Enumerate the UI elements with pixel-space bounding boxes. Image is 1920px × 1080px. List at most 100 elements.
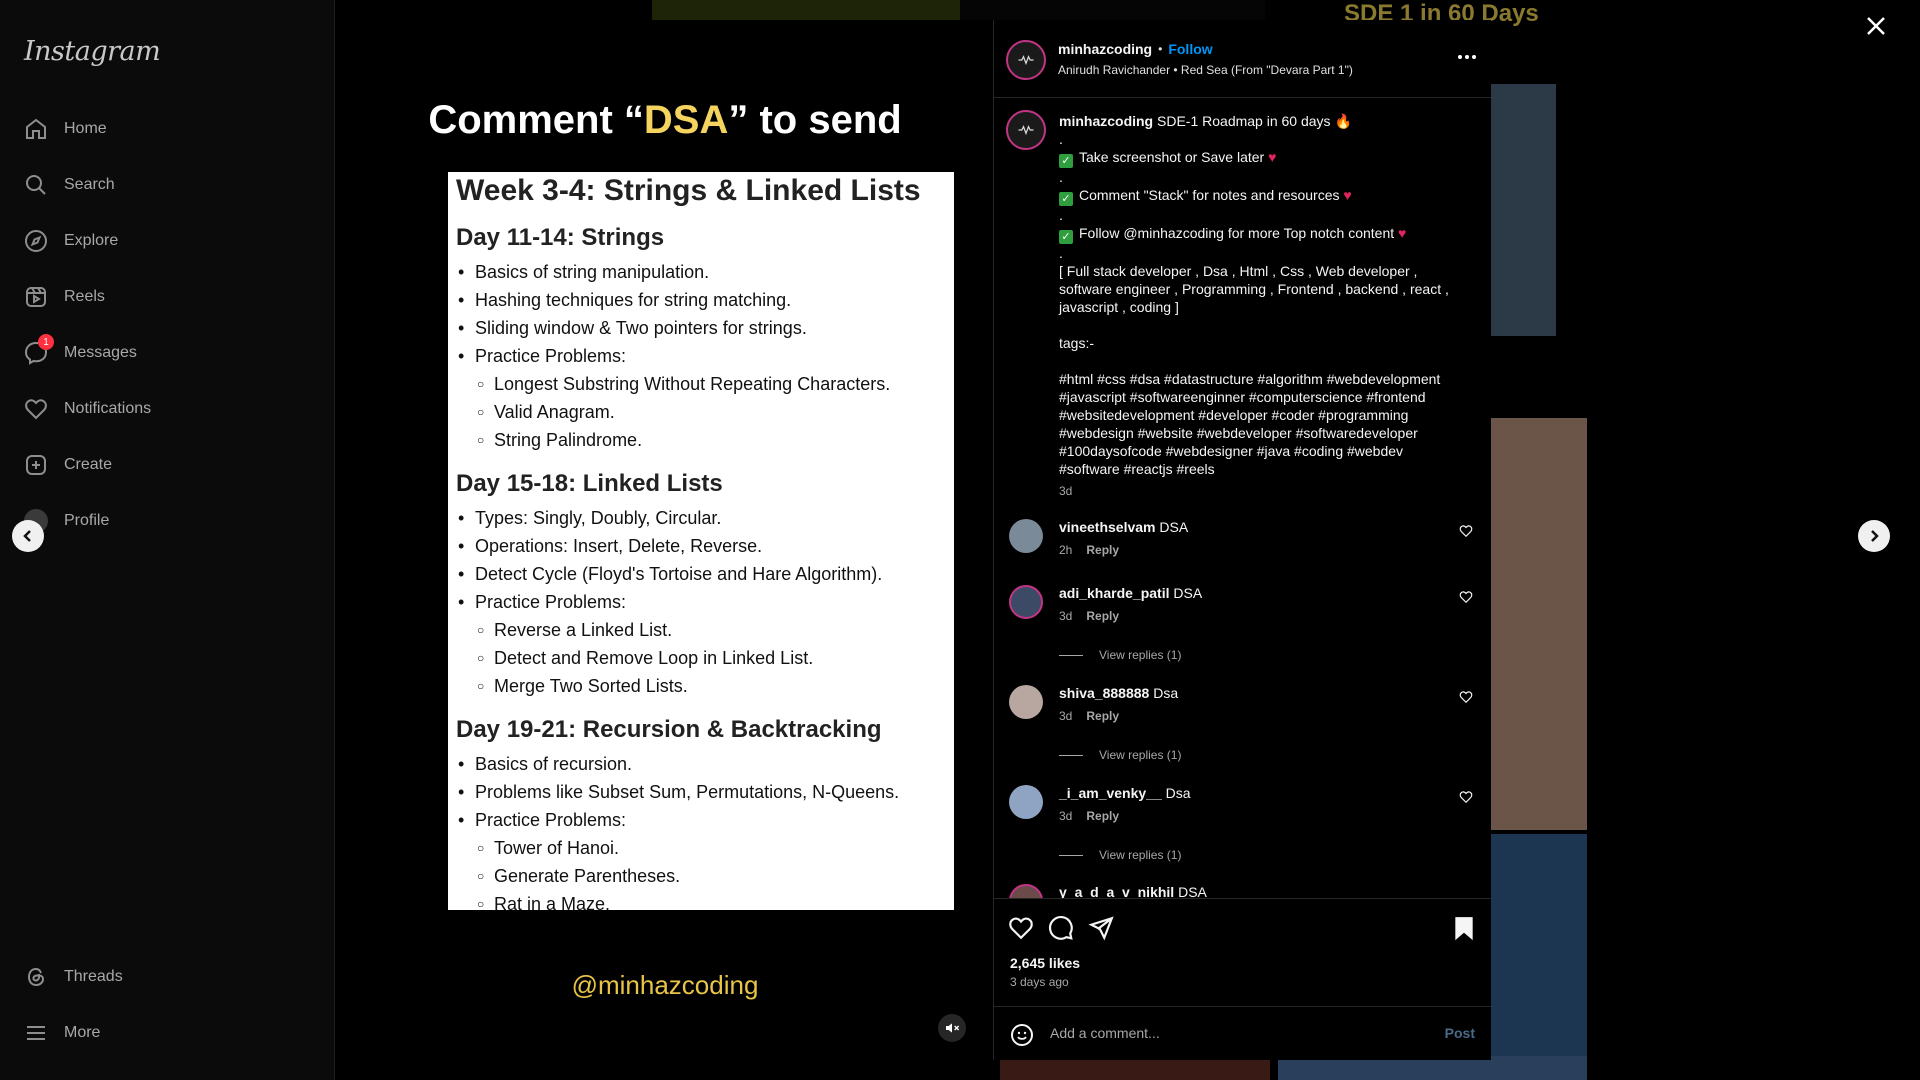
media-heading: Comment “DSA” to send — [337, 98, 993, 143]
reply-button[interactable]: Reply — [1086, 609, 1119, 623]
list-item: Basics of string manipulation. — [456, 258, 946, 286]
list-item: Hashing techniques for string matching. — [456, 286, 946, 314]
heading-highlight: DSA — [643, 98, 729, 142]
nav-profile-label: Profile — [64, 512, 110, 529]
commenter-username[interactable]: _i_am_venky__ — [1059, 785, 1162, 801]
nav-messages-label: Messages — [64, 344, 137, 361]
comment-text: Dsa — [1153, 685, 1179, 701]
nav-explore[interactable]: Explore — [24, 221, 118, 261]
nav-reels[interactable]: Reels — [24, 277, 105, 317]
commenter-avatar[interactable] — [1009, 519, 1043, 553]
list-item: Practice Problems: — [456, 806, 946, 834]
author-logo-icon — [1018, 125, 1034, 136]
commenter-avatar[interactable] — [1009, 585, 1043, 619]
emoji-icon[interactable] — [1010, 1023, 1034, 1047]
nav-create[interactable]: Create — [24, 445, 112, 485]
comment-button[interactable] — [1048, 915, 1074, 941]
section-heading: Day 19-21: Recursion & Backtracking — [456, 716, 882, 743]
comment-text: DSA — [1159, 519, 1189, 535]
reply-button[interactable]: Reply — [1086, 543, 1119, 557]
caption-keywords: [ Full stack developer , Dsa , Html , Cs… — [1059, 263, 1449, 315]
chevron-left-icon — [23, 530, 31, 542]
nav-more[interactable]: More — [24, 1013, 100, 1053]
post-caption: minhazcoding SDE-1 Roadmap in 60 days 🔥 … — [1059, 112, 1459, 500]
sub-list-item: Detect and Remove Loop in Linked List. — [475, 644, 946, 672]
view-replies-button[interactable]: View replies (1) — [1059, 748, 1181, 762]
view-replies-button[interactable]: View replies (1) — [1059, 848, 1181, 862]
media-handle: @minhazcoding — [571, 970, 759, 1000]
add-comment-bar: Add a comment... Post — [994, 1006, 1491, 1060]
heading-text-pre: Comment “ — [428, 98, 644, 142]
caption-author-avatar[interactable] — [1006, 110, 1046, 150]
commenter-username[interactable]: adi_kharde_patil — [1059, 585, 1170, 601]
reply-button[interactable]: Reply — [1086, 809, 1119, 823]
background-tile — [1491, 418, 1587, 830]
nav-threads-label: Threads — [64, 968, 123, 985]
red-heart-icon: ♥ — [1343, 187, 1352, 203]
instagram-logo[interactable]: Instagram — [24, 36, 161, 67]
heading-text-post: ” to send — [728, 98, 902, 142]
nav-explore-label: Explore — [64, 232, 119, 249]
commenter-username[interactable]: y_a_d_a_v_nikhil — [1059, 884, 1174, 898]
reply-button[interactable]: Reply — [1086, 709, 1119, 723]
search-icon — [26, 175, 46, 195]
author-avatar[interactable] — [1006, 40, 1046, 80]
sub-list-item: Rat in a Maze. — [475, 890, 946, 918]
sidebar: Instagram Home Search Explore Reels 1 Me… — [0, 0, 335, 1080]
comment-age: 3d — [1059, 709, 1073, 723]
comment-like-icon[interactable] — [1459, 690, 1473, 704]
nav-messages[interactable]: 1 Messages — [24, 333, 137, 373]
like-count[interactable]: 2,645 likes — [1010, 955, 1080, 971]
commenter-avatar[interactable] — [1009, 884, 1043, 898]
post-media[interactable]: Comment “DSA” to send Week 3-4: Strings … — [337, 20, 993, 1080]
section-heading: Day 15-18: Linked Lists — [456, 470, 723, 497]
audio-track[interactable]: Anirudh Ravichander • Red Sea (From "Dev… — [1058, 63, 1353, 77]
commenter-avatar[interactable] — [1009, 785, 1043, 819]
background-tile — [1491, 834, 1587, 1080]
comment-text: Dsa — [1165, 785, 1191, 801]
background-tile — [652, 0, 960, 22]
share-button[interactable] — [1088, 915, 1114, 941]
bookmark-filled-icon — [1455, 917, 1473, 941]
post-details-panel: minhazcoding • Follow Anirudh Ravichande… — [993, 20, 1491, 1060]
commenter-username[interactable]: vineethselvam — [1059, 519, 1156, 535]
commenter-username[interactable]: shiva_888888 — [1059, 685, 1149, 701]
more-options-icon[interactable] — [1457, 54, 1477, 60]
view-replies-button[interactable]: View replies (1) — [1059, 648, 1181, 662]
caption-line: Comment "Stack" for notes and resources — [1079, 187, 1340, 203]
list-item: Problems like Subset Sum, Permutations, … — [456, 778, 946, 806]
post-comment-button[interactable]: Post — [1445, 1025, 1475, 1041]
nav-search[interactable]: Search — [24, 165, 115, 205]
sub-list-item: Longest Substring Without Repeating Char… — [475, 370, 946, 398]
commenter-avatar[interactable] — [1009, 685, 1043, 719]
nav-home[interactable]: Home — [24, 109, 107, 149]
comment-like-icon[interactable] — [1459, 590, 1473, 604]
nav-threads[interactable]: Threads — [24, 957, 123, 997]
comment-like-icon[interactable] — [1459, 524, 1473, 538]
caption-username[interactable]: minhazcoding — [1059, 113, 1153, 129]
nav-notifications[interactable]: Notifications — [24, 389, 151, 429]
close-icon[interactable] — [1864, 14, 1888, 38]
sheet-title: Week 3-4: Strings & Linked Lists — [456, 174, 921, 207]
next-post-button[interactable] — [1858, 520, 1890, 552]
comment-input[interactable]: Add a comment... — [1050, 1025, 1160, 1041]
nav-reels-label: Reels — [64, 288, 105, 305]
caption-dot: . — [1059, 207, 1063, 223]
comment-like-icon[interactable] — [1459, 790, 1473, 804]
save-button[interactable] — [1451, 915, 1477, 941]
follow-button[interactable]: Follow — [1168, 41, 1212, 57]
nav-create-label: Create — [64, 456, 113, 473]
list-item: Basics of recursion. — [456, 750, 946, 778]
sub-list-item: Merge Two Sorted Lists. — [475, 672, 946, 700]
background-tile — [960, 0, 1265, 22]
sub-list-item: Generate Parentheses. — [475, 862, 946, 890]
sub-list-item: Valid Anagram. — [475, 398, 946, 426]
mute-button[interactable] — [938, 1014, 966, 1042]
comment-icon — [1049, 916, 1073, 940]
like-button[interactable] — [1008, 915, 1034, 941]
previous-post-button[interactable] — [12, 520, 44, 552]
author-username[interactable]: minhazcoding — [1058, 41, 1152, 57]
caption-hashtags[interactable]: #html #css #dsa #datastructure #algorith… — [1059, 370, 1459, 478]
post-date: 3 days ago — [1010, 975, 1069, 989]
view-replies-label: View replies (1) — [1099, 648, 1182, 662]
